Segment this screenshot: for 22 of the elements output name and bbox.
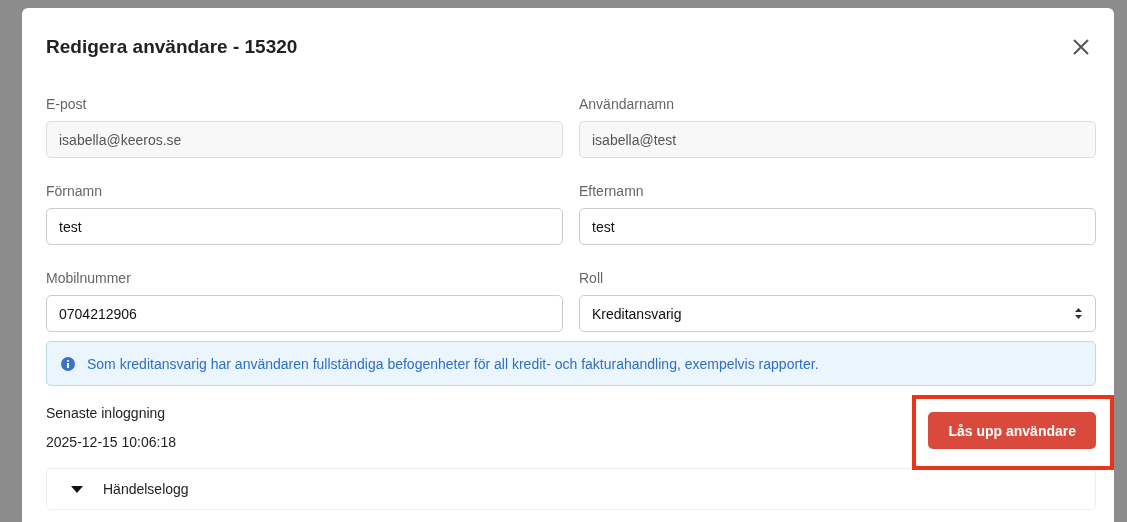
close-icon[interactable]	[1072, 38, 1090, 56]
input-field[interactable]: test	[579, 208, 1096, 245]
field-label: Användarnamn	[579, 96, 675, 112]
field-label: Roll	[579, 270, 605, 286]
input-field[interactable]: isabella@keeros.se	[46, 121, 563, 158]
accordion-header[interactable]: Händelselogg	[46, 468, 1096, 510]
role-select[interactable]: Kreditansvarig	[579, 295, 1096, 332]
dialog-title: Redigera användare - 15320	[46, 36, 298, 58]
field-label: Förnamn	[46, 183, 104, 199]
input-field[interactable]: test	[46, 208, 563, 245]
field-label: Efternamn	[579, 183, 645, 199]
field-label: E-post	[46, 96, 88, 112]
info-icon	[61, 356, 75, 371]
field-label: Mobilnummer	[46, 270, 132, 286]
input-field[interactable]: 0704212906	[46, 295, 563, 332]
info-text: Som kreditansvarig har användaren fullständiga befogenheter för all kredit- och fakturahandling, exempelvis rapporter.	[87, 355, 819, 372]
last-login-label: Senaste inloggning	[46, 405, 166, 421]
unlock-button[interactable]: Lås upp användare	[928, 412, 1096, 449]
last-login-value: 2025-12-15 10:06:18	[46, 434, 176, 450]
input-field[interactable]: isabella@test	[579, 121, 1096, 158]
sort-icon	[1074, 307, 1083, 320]
caret-icon	[71, 485, 83, 493]
